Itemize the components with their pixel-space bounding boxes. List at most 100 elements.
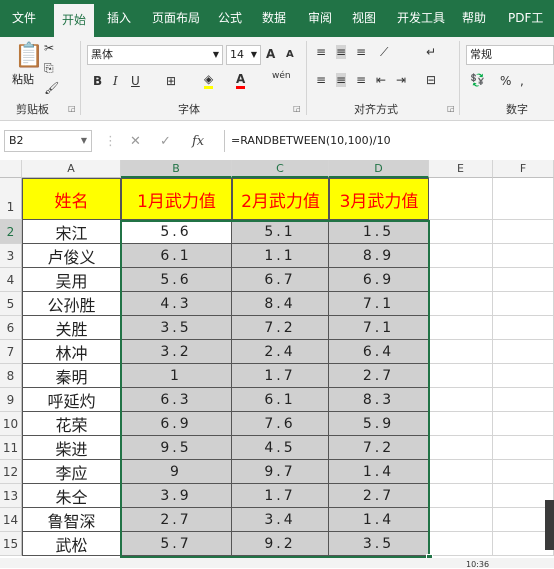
value-cell[interactable]: 7.6 xyxy=(232,412,329,436)
row-header[interactable]: 10 xyxy=(0,412,22,436)
table-header-cell[interactable]: 3月武力值 xyxy=(329,178,429,220)
empty-cell[interactable] xyxy=(429,340,493,364)
empty-cell[interactable] xyxy=(429,388,493,412)
tab-help[interactable]: 帮助 xyxy=(462,0,486,37)
empty-cell[interactable] xyxy=(493,292,554,316)
name-cell[interactable]: 卢俊义 xyxy=(22,244,121,268)
name-box[interactable]: B2 ▼ xyxy=(4,130,92,152)
value-cell[interactable]: 1.1 xyxy=(232,244,329,268)
format-painter-icon[interactable]: 🖌 xyxy=(44,81,59,95)
value-cell[interactable]: 4.5 xyxy=(232,436,329,460)
row-header[interactable]: 7 xyxy=(0,340,22,364)
tab-pdf-tools[interactable]: PDF工具 xyxy=(508,0,554,62)
table-header-cell[interactable]: 1月武力值 xyxy=(121,178,232,220)
row-header[interactable]: 2 xyxy=(0,220,22,244)
empty-cell[interactable] xyxy=(493,340,554,364)
italic-button[interactable]: I xyxy=(113,74,118,88)
paste-button[interactable]: 粘贴 xyxy=(12,71,34,87)
row-header[interactable]: 4 xyxy=(0,268,22,292)
empty-cell[interactable] xyxy=(493,220,554,244)
value-cell[interactable]: 1.5 xyxy=(329,220,429,244)
value-cell[interactable]: 5.9 xyxy=(329,412,429,436)
accounting-format-icon[interactable]: 💱 xyxy=(470,73,485,87)
align-center-icon[interactable]: ≡ xyxy=(336,73,347,87)
cut-icon[interactable]: ✂ xyxy=(44,41,54,55)
value-cell[interactable]: 3.5 xyxy=(121,316,232,340)
name-cell[interactable]: 吴用 xyxy=(22,268,121,292)
align-right-icon[interactable]: ≡ xyxy=(356,73,366,87)
tab-view[interactable]: 视图 xyxy=(352,0,376,37)
row-header[interactable]: 13 xyxy=(0,484,22,508)
row-header[interactable]: 1 xyxy=(0,178,22,220)
decrease-indent-icon[interactable]: ⇤ xyxy=(376,73,386,87)
font-color-icon[interactable]: A xyxy=(236,72,246,89)
value-cell[interactable]: 8.4 xyxy=(232,292,329,316)
name-cell[interactable]: 李应 xyxy=(22,460,121,484)
tab-page-layout[interactable]: 页面布局 xyxy=(152,0,200,37)
name-cell[interactable]: 宋江 xyxy=(22,220,121,244)
insert-function-button[interactable]: fx xyxy=(192,134,204,149)
value-cell[interactable]: 6.1 xyxy=(121,244,232,268)
value-cell[interactable]: 9 xyxy=(121,460,232,484)
tab-developer[interactable]: 开发工具 xyxy=(397,0,445,37)
row-header[interactable]: 5 xyxy=(0,292,22,316)
column-header-a[interactable]: A xyxy=(22,160,121,178)
name-cell[interactable]: 花荣 xyxy=(22,412,121,436)
fill-color-icon[interactable]: ◈ xyxy=(204,72,214,89)
row-header[interactable]: 14 xyxy=(0,508,22,532)
value-cell[interactable]: 7.1 xyxy=(329,316,429,340)
value-cell[interactable]: 5.1 xyxy=(232,220,329,244)
value-cell[interactable]: 1.7 xyxy=(232,364,329,388)
font-size-select[interactable]: 14 ▼ xyxy=(226,45,261,65)
empty-cell[interactable] xyxy=(493,244,554,268)
empty-cell[interactable] xyxy=(429,220,493,244)
row-header[interactable]: 6 xyxy=(0,316,22,340)
value-cell[interactable]: 9.2 xyxy=(232,532,329,556)
value-cell[interactable]: 9.7 xyxy=(232,460,329,484)
row-header[interactable]: 9 xyxy=(0,388,22,412)
value-cell[interactable]: 5.7 xyxy=(121,532,232,556)
value-cell[interactable]: 1.4 xyxy=(329,460,429,484)
value-cell[interactable]: 6.9 xyxy=(329,268,429,292)
value-cell[interactable]: 6.1 xyxy=(232,388,329,412)
active-cell[interactable]: 5.6 xyxy=(121,220,232,244)
orientation-icon[interactable]: ⟋ xyxy=(380,45,388,60)
empty-cell[interactable] xyxy=(493,268,554,292)
empty-cell[interactable] xyxy=(429,364,493,388)
value-cell[interactable]: 2.7 xyxy=(329,364,429,388)
row-header[interactable]: 15 xyxy=(0,532,22,556)
value-cell[interactable]: 1 xyxy=(121,364,232,388)
empty-cell[interactable] xyxy=(493,388,554,412)
align-left-icon[interactable]: ≡ xyxy=(316,73,326,87)
bold-button[interactable]: B xyxy=(93,74,102,88)
value-cell[interactable]: 8.9 xyxy=(329,244,429,268)
column-header-e[interactable]: E xyxy=(429,160,493,178)
value-cell[interactable]: 3.2 xyxy=(121,340,232,364)
empty-cell[interactable] xyxy=(429,316,493,340)
empty-cell[interactable] xyxy=(429,292,493,316)
empty-cell[interactable] xyxy=(429,268,493,292)
taskbar-thumbnail[interactable] xyxy=(545,500,554,550)
row-header[interactable]: 8 xyxy=(0,364,22,388)
number-format-select[interactable]: 常规 xyxy=(466,45,554,65)
value-cell[interactable]: 4.3 xyxy=(121,292,232,316)
font-name-select[interactable]: 黑体 ▼ xyxy=(87,45,223,65)
empty-cell[interactable] xyxy=(493,460,554,484)
underline-button[interactable]: U xyxy=(131,74,140,88)
empty-cell[interactable] xyxy=(493,412,554,436)
tab-formulas[interactable]: 公式 xyxy=(218,0,242,37)
column-header-f[interactable]: F xyxy=(493,160,554,178)
empty-cell[interactable] xyxy=(429,508,493,532)
value-cell[interactable]: 2.7 xyxy=(121,508,232,532)
comma-style-icon[interactable]: , xyxy=(520,74,524,88)
value-cell[interactable]: 1.4 xyxy=(329,508,429,532)
clipboard-launcher-icon[interactable]: ◲ xyxy=(68,104,76,113)
empty-cell[interactable] xyxy=(429,244,493,268)
row-header[interactable]: 11 xyxy=(0,436,22,460)
font-launcher-icon[interactable]: ◲ xyxy=(293,104,301,113)
grow-font-icon[interactable]: A xyxy=(266,47,275,61)
row-header[interactable]: 12 xyxy=(0,460,22,484)
copy-icon[interactable]: ⎘ xyxy=(44,61,54,76)
column-header-c[interactable]: C xyxy=(232,160,329,178)
empty-cell[interactable] xyxy=(493,178,554,220)
